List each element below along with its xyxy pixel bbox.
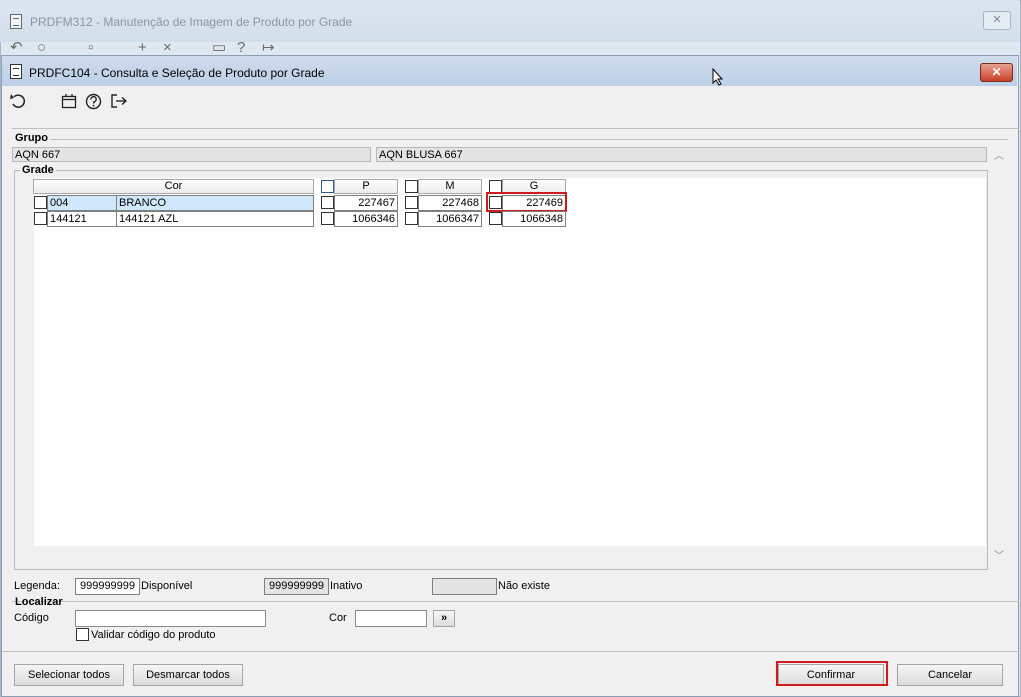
chevron-down-icon[interactable]: ﹀: [994, 547, 1004, 562]
vertical-scrollbar[interactable]: ︿ ﹀: [990, 147, 1007, 567]
size-g-cell[interactable]: 1066348: [502, 211, 566, 227]
localizar-divider: [12, 601, 1019, 602]
chevron-up-icon[interactable]: ︿: [994, 147, 1004, 162]
mouse-cursor-icon: [712, 68, 724, 86]
add-icon[interactable]: +: [138, 40, 147, 55]
legenda-missing-sample: [432, 578, 497, 595]
document-icon: [10, 14, 22, 29]
size-p-checkbox[interactable]: [321, 196, 334, 209]
row-select-checkbox[interactable]: [34, 196, 47, 209]
size-m-checkbox[interactable]: [405, 196, 418, 209]
exit-icon[interactable]: ↦: [262, 40, 275, 55]
grupo-code-field: AQN 667: [12, 147, 371, 162]
background-window-title: PRDFM312 - Manutenção de Imagem de Produ…: [30, 15, 353, 29]
legenda-available-text: Disponível: [141, 580, 193, 592]
row-color-code[interactable]: 144121: [47, 211, 117, 227]
save-icon[interactable]: ▫: [88, 40, 93, 55]
grupo-divider: [50, 139, 1008, 140]
row-color-code[interactable]: 004: [47, 195, 117, 211]
legenda-inactive-text: Inativo: [330, 580, 363, 592]
validar-label: Validar código do produto: [91, 629, 216, 641]
legenda-inactive-sample: 999999999: [264, 578, 329, 595]
codigo-label: Código: [14, 612, 49, 624]
delete-icon[interactable]: ×: [163, 40, 172, 55]
highlight-box: [486, 192, 567, 212]
size-p-cell[interactable]: 227467: [334, 195, 398, 211]
undo-icon[interactable]: [9, 93, 27, 109]
select-column-m-checkbox[interactable]: [405, 180, 418, 193]
size-g-checkbox[interactable]: [489, 212, 502, 225]
undo-icon[interactable]: ↶: [10, 40, 23, 55]
grupo-description-field: AQN BLUSA 667: [376, 147, 987, 162]
dialog-title: PRDFC104 - Consulta e Seleção de Produto…: [29, 66, 325, 80]
exit-icon[interactable]: [110, 93, 128, 109]
grupo-label: Grupo: [15, 132, 48, 144]
background-close-button[interactable]: ✕: [983, 11, 1011, 30]
row-select-checkbox[interactable]: [34, 212, 47, 225]
dialog-close-button[interactable]: ✕: [980, 63, 1013, 82]
localizar-go-button[interactable]: »: [433, 610, 455, 627]
search-icon[interactable]: ○: [37, 40, 46, 55]
toolbar-divider: [12, 128, 1019, 129]
footer-divider: [2, 651, 1017, 652]
row-color-name[interactable]: 144121 AZL: [116, 211, 314, 227]
row-color-name[interactable]: BRANCO: [116, 195, 314, 211]
select-all-button[interactable]: Selecionar todos: [14, 664, 124, 686]
size-p-cell[interactable]: 1066346: [334, 211, 398, 227]
cancel-button[interactable]: Cancelar: [897, 664, 1003, 686]
column-header-cor[interactable]: Cor: [33, 179, 314, 194]
codigo-input[interactable]: [75, 610, 266, 627]
validar-checkbox[interactable]: [76, 628, 89, 641]
column-header-p[interactable]: P: [334, 179, 398, 194]
legenda-available-sample: 999999999: [75, 578, 140, 595]
grade-grid: [34, 178, 986, 546]
highlight-box: [776, 661, 888, 686]
document-icon: [10, 64, 22, 79]
size-m-cell[interactable]: 1066347: [418, 211, 482, 227]
size-p-checkbox[interactable]: [321, 212, 334, 225]
help-icon[interactable]: ?: [237, 40, 245, 55]
select-column-p-checkbox[interactable]: [321, 180, 334, 193]
calendar-icon[interactable]: ▭: [212, 40, 226, 55]
cor-input[interactable]: [355, 610, 427, 627]
size-m-cell[interactable]: 227468: [418, 195, 482, 211]
calendar-icon[interactable]: [61, 93, 77, 109]
legenda-label: Legenda:: [14, 580, 60, 592]
deselect-all-button[interactable]: Desmarcar todos: [133, 664, 243, 686]
cor-label: Cor: [329, 612, 347, 624]
column-header-m[interactable]: M: [418, 179, 482, 194]
size-m-checkbox[interactable]: [405, 212, 418, 225]
legenda-missing-text: Não existe: [498, 580, 550, 592]
grade-label: Grade: [20, 164, 56, 176]
localizar-label: Localizar: [15, 596, 63, 608]
help-icon[interactable]: [85, 93, 102, 110]
